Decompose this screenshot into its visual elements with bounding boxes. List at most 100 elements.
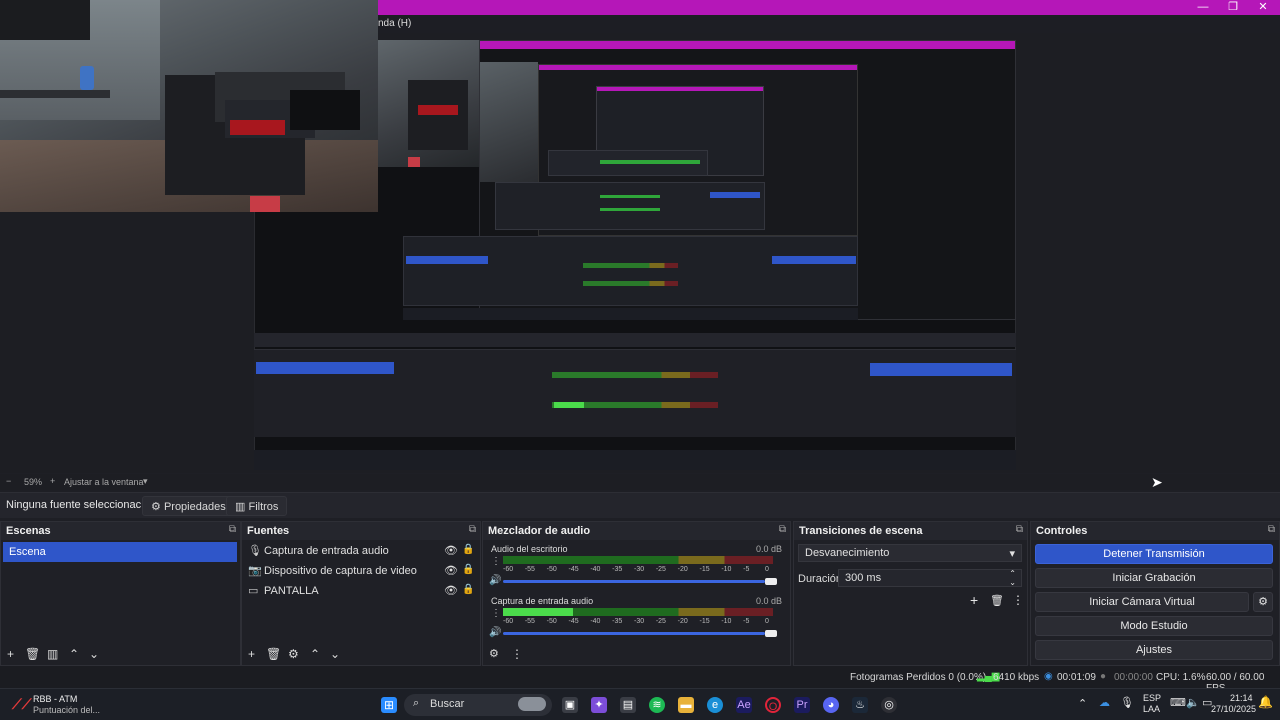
clock-date[interactable]: 27/10/2025 — [1211, 704, 1256, 714]
spotify-icon[interactable]: ≋ — [649, 697, 665, 713]
steam-icon[interactable]: ♨ — [852, 697, 868, 713]
nested-stop-button-1 — [772, 256, 856, 264]
menu-help[interactable]: nda (H) — [378, 18, 411, 29]
opera-gx-icon[interactable]: O — [765, 697, 781, 713]
kebab-icon[interactable]: ⋮ — [511, 647, 523, 661]
nested-meter-2a — [600, 195, 660, 198]
gear-icon[interactable]: ⚙ — [288, 647, 299, 661]
source-row[interactable]: 📷 Dispositivo de captura de video 👁 🔒 — [248, 562, 474, 582]
fit-window-label[interactable]: Ajustar a la ventana — [64, 477, 144, 487]
kebab-icon[interactable]: ⋮ — [1012, 593, 1024, 607]
studio-mode-button[interactable]: Modo Estudio — [1035, 616, 1273, 636]
tray-chevron-icon[interactable]: ⌃ — [1078, 697, 1087, 710]
stop-stream-button[interactable]: Detener Transmisión — [1035, 544, 1273, 564]
speaker-icon[interactable]: 🔊 — [489, 627, 501, 638]
file-explorer-icon[interactable]: ▬ — [678, 697, 694, 713]
undock-icon[interactable]: ⧉ — [779, 524, 786, 535]
meter-tick-label: -5 — [743, 566, 750, 573]
meter-tick-label: -55 — [524, 618, 535, 625]
start-recording-button[interactable]: Iniciar Grabación — [1035, 568, 1273, 588]
undock-icon[interactable]: ⧉ — [1268, 524, 1275, 535]
trash-icon[interactable]: 🗑 — [990, 594, 1004, 607]
source-row[interactable]: ▭ PANTALLA 👁 🔒 — [248, 582, 474, 602]
taskbar-search[interactable]: ⌕ Buscar — [404, 694, 552, 716]
game-logo-icon: ⟋⟋ — [12, 696, 32, 712]
minimize-button[interactable]: — — [1186, 0, 1220, 15]
eye-icon[interactable]: 👁 — [444, 584, 458, 597]
obs-icon[interactable]: ◎ — [881, 697, 897, 713]
undock-icon[interactable]: ⧉ — [1016, 524, 1023, 535]
add-scene-icon[interactable]: + — [7, 647, 14, 661]
meter-tick-label: -20 — [677, 618, 688, 625]
nested-meter-3 — [600, 160, 700, 164]
add-source-icon[interactable]: + — [248, 647, 255, 661]
move-down-icon[interactable]: ⌄ — [330, 647, 340, 661]
clock-time[interactable]: 21:14 — [1230, 693, 1253, 703]
vcam-settings-button[interactable]: ⚙ — [1253, 592, 1273, 612]
add-transition-icon[interactable]: + — [970, 592, 978, 608]
speaker-icon[interactable]: 🔊 — [489, 575, 501, 586]
kebab-icon[interactable]: ⋮ — [491, 556, 501, 567]
edge-icon[interactable]: e — [707, 697, 723, 713]
windows-start-icon[interactable]: ⊞ — [381, 697, 397, 713]
undock-icon[interactable]: ⧉ — [469, 524, 476, 535]
chevron-down-icon[interactable]: ▾ — [143, 476, 148, 487]
undock-icon[interactable]: ⧉ — [229, 524, 236, 535]
properties-button[interactable]: ⚙ Propiedades — [142, 496, 235, 516]
start-virtual-camera-button[interactable]: Iniciar Cámara Virtual — [1035, 592, 1249, 612]
source-row[interactable]: 🎙 Captura de entrada audio 👁 🔒 — [248, 542, 474, 562]
lock-icon[interactable]: 🔒 — [462, 564, 474, 575]
stepper-icon[interactable]: ⌃ ⌄ — [1009, 569, 1016, 587]
eye-icon[interactable]: 👁 — [444, 544, 458, 557]
zoom-out-button[interactable]: − — [6, 476, 11, 486]
settings-button[interactable]: Ajustes — [1035, 640, 1273, 660]
volume-icon[interactable]: 🔈 — [1186, 696, 1200, 709]
language-label[interactable]: ESP — [1143, 693, 1161, 703]
move-up-icon[interactable]: ⌃ — [69, 647, 79, 661]
move-down-icon[interactable]: ⌄ — [89, 647, 99, 661]
premiere-icon[interactable]: Pr — [794, 697, 810, 713]
trash-icon[interactable]: 🗑 — [266, 647, 281, 661]
microphone-tray-icon[interactable]: 🎙 — [1120, 696, 1134, 709]
volume-meter — [503, 556, 773, 564]
filters-button[interactable]: ▥ Filtros — [226, 496, 288, 516]
volume-slider[interactable] — [503, 632, 765, 635]
volume-knob[interactable] — [765, 630, 777, 637]
store-icon[interactable]: ▤ — [620, 697, 636, 713]
onedrive-icon[interactable]: ☁ — [1099, 696, 1110, 709]
lock-icon[interactable]: 🔒 — [462, 584, 474, 595]
cpu-usage: CPU: 1.6% — [1156, 672, 1206, 683]
transitions-header: Transiciones de escena ⧉ — [794, 522, 1027, 540]
discord-icon[interactable]: ◕ — [823, 697, 839, 713]
meter-tick-label: -40 — [590, 566, 601, 573]
volume-slider[interactable] — [503, 580, 765, 583]
task-view-icon[interactable]: ▣ — [562, 697, 578, 713]
network-icon[interactable]: ⌨ — [1170, 696, 1186, 709]
transition-select[interactable]: Desvanecimiento ▾ — [798, 544, 1022, 562]
meter-tick-label: -10 — [721, 566, 732, 573]
close-button[interactable]: ✕ — [1246, 0, 1280, 15]
nested-docks-2 — [495, 182, 765, 230]
notification-bell-icon[interactable]: 🔔 — [1258, 695, 1273, 709]
mixer-settings-icon[interactable]: ⚙ — [489, 647, 499, 660]
scene-item[interactable]: Escena — [3, 542, 237, 562]
zoom-bar: − 59% + Ajustar a la ventana ▾ — [0, 474, 1280, 490]
volume-knob[interactable] — [765, 578, 777, 585]
lock-icon[interactable]: 🔒 — [462, 544, 474, 555]
kebab-icon[interactable]: ⋮ — [491, 608, 501, 619]
after-effects-icon[interactable]: Ae — [736, 697, 752, 713]
move-up-icon[interactable]: ⌃ — [310, 647, 320, 661]
search-icon: ⌕ — [413, 697, 420, 709]
scene-label: Escena — [9, 546, 46, 558]
filter-scene-icon[interactable]: ▥ — [47, 647, 58, 661]
preview-mini-taskbar — [254, 450, 1016, 470]
source-label: Dispositivo de captura de video — [264, 565, 417, 577]
zoom-in-button[interactable]: + — [50, 476, 55, 486]
duration-input[interactable]: 300 ms ⌃ ⌄ — [838, 569, 1022, 587]
media-subtitle: Puntuación del... — [33, 705, 101, 715]
copilot-icon[interactable]: ✦ — [591, 697, 607, 713]
stream-time: 00:01:09 — [1057, 672, 1096, 683]
maximize-button[interactable]: ❐ — [1216, 0, 1250, 15]
trash-icon[interactable]: 🗑 — [25, 647, 40, 661]
eye-icon[interactable]: 👁 — [444, 564, 458, 577]
